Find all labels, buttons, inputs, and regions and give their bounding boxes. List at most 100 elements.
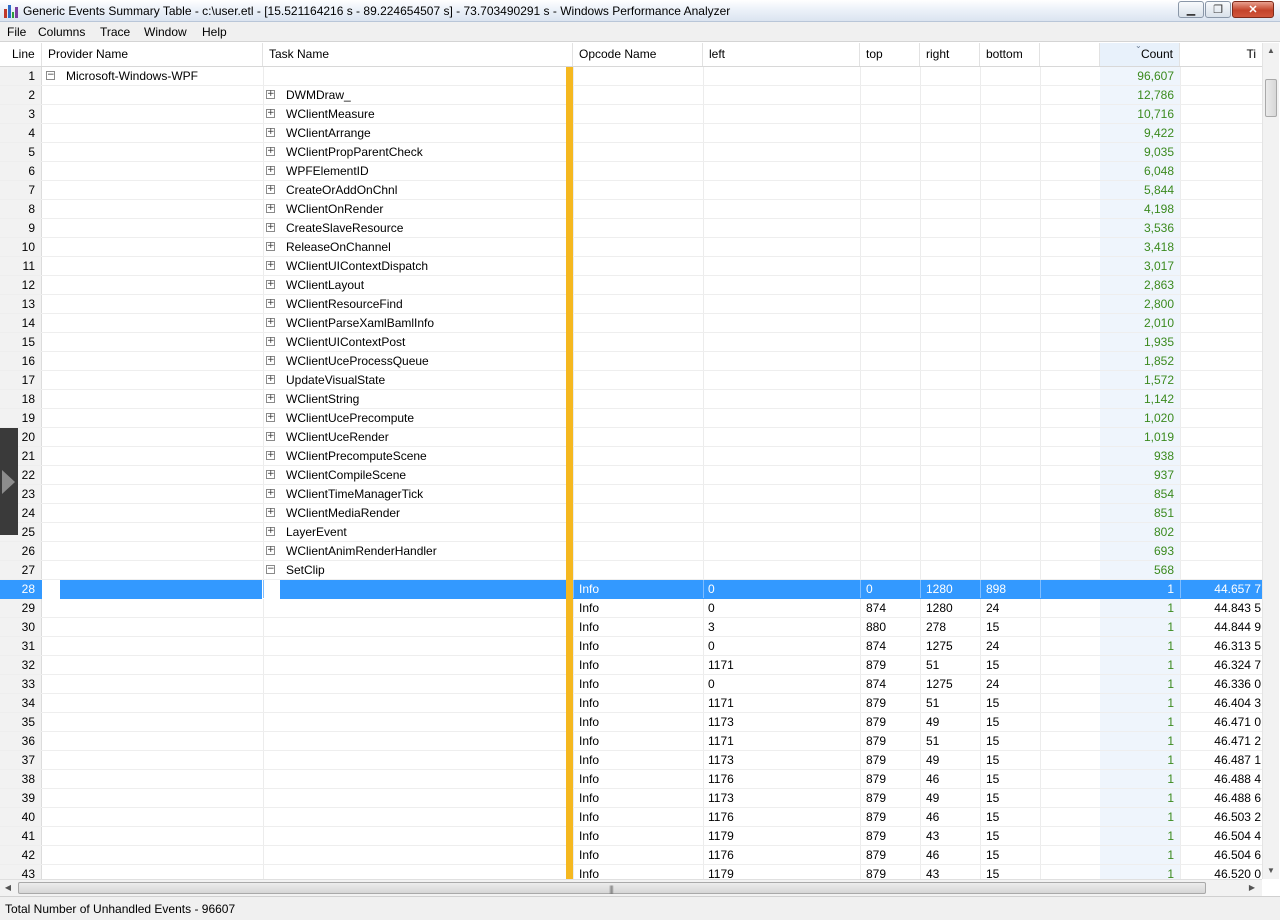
table-row[interactable]: 32 Info 1171 879 51 15 1 46.324 7 [0,656,1262,675]
expand-icon[interactable]: + [266,451,275,460]
expand-icon[interactable]: + [266,90,275,99]
expand-icon[interactable]: + [266,432,275,441]
scroll-left-icon[interactable]: ◀ [0,880,16,896]
table-row[interactable]: 33 Info 0 874 1275 24 1 46.336 0 [0,675,1262,694]
menu-help[interactable]: Help [202,25,227,39]
table-row[interactable]: 10 + ReleaseOnChannel 3,418 [0,238,1262,257]
table-row[interactable]: 24 + WClientMediaRender 851 [0,504,1262,523]
expand-icon[interactable]: + [266,337,275,346]
header-time[interactable]: Ti [1180,43,1262,66]
header-opcode-name[interactable]: Opcode Name [573,43,703,66]
table-row[interactable]: 41 Info 1179 879 43 15 1 46.504 4 [0,827,1262,846]
vertical-scrollbar[interactable]: ▲ ▼ [1262,43,1279,879]
menu-trace[interactable]: Trace [100,25,130,39]
expand-icon[interactable]: + [266,280,275,289]
expand-icon[interactable]: + [266,546,275,555]
bar-chart-icon[interactable] [4,4,18,18]
table-row[interactable]: 13 + WClientResourceFind 2,800 [0,295,1262,314]
expand-icon[interactable]: + [266,413,275,422]
table-row[interactable]: 5 + WClientPropParentCheck 9,035 [0,143,1262,162]
expand-icon[interactable]: + [266,261,275,270]
right-cell: 46 [926,810,940,824]
expand-icon[interactable]: + [266,242,275,251]
header-count[interactable]: ⌄ Count [1100,43,1180,66]
close-button[interactable]: ✕ [1232,1,1274,18]
table-row[interactable]: 34 Info 1171 879 51 15 1 46.404 3 [0,694,1262,713]
table-row[interactable]: 42 Info 1176 879 46 15 1 46.504 6 [0,846,1262,865]
table-row[interactable]: 6 + WPFElementID 6,048 [0,162,1262,181]
table-row[interactable]: 4 + WClientArrange 9,422 [0,124,1262,143]
table-row[interactable]: 12 + WClientLayout 2,863 [0,276,1262,295]
table-row[interactable]: 29 Info 0 874 1280 24 1 44.843 5 [0,599,1262,618]
expand-icon[interactable]: + [266,470,275,479]
vertical-scroll-thumb[interactable] [1265,79,1277,117]
horizontal-scrollbar[interactable]: ◀ ||| ▶ [0,879,1262,896]
table-row[interactable]: 23 + WClientTimeManagerTick 854 [0,485,1262,504]
table-row[interactable]: 30 Info 3 880 278 15 1 44.844 9 [0,618,1262,637]
minimize-button[interactable]: ▁ [1178,1,1204,18]
table-row[interactable]: 18 + WClientString 1,142 [0,390,1262,409]
header-left[interactable]: left [703,43,860,66]
collapse-icon[interactable]: − [266,565,275,574]
table-row[interactable]: 22 + WClientCompileScene 937 [0,466,1262,485]
table-row[interactable]: 43 Info 1179 879 43 15 1 46.520 0 [0,865,1262,879]
table-row[interactable]: 16 + WClientUceProcessQueue 1,852 [0,352,1262,371]
expand-icon[interactable]: + [266,375,275,384]
menu-file[interactable]: File [7,25,26,39]
expand-icon[interactable]: + [266,299,275,308]
scroll-right-icon[interactable]: ▶ [1244,880,1260,896]
table-row[interactable]: 27 − SetClip 568 [0,561,1262,580]
table-row[interactable]: 9 + CreateSlaveResource 3,536 [0,219,1262,238]
table-row[interactable]: 11 + WClientUIContextDispatch 3,017 [0,257,1262,276]
table-row[interactable]: 7 + CreateOrAddOnChnl 5,844 [0,181,1262,200]
table-row[interactable]: 3 + WClientMeasure 10,716 [0,105,1262,124]
table-row[interactable]: 14 + WClientParseXamlBamlInfo 2,010 [0,314,1262,333]
expand-icon[interactable]: + [266,394,275,403]
table-row[interactable]: 1− Microsoft-Windows-WPF 96,607 [0,67,1262,86]
scroll-up-icon[interactable]: ▲ [1263,43,1279,59]
maximize-button[interactable]: ❐ [1205,1,1231,18]
header-top[interactable]: top [860,43,920,66]
expand-icon[interactable]: + [266,356,275,365]
table-row[interactable]: 19 + WClientUcePrecompute 1,020 [0,409,1262,428]
header-right[interactable]: right [920,43,980,66]
expand-icon[interactable]: + [266,147,275,156]
horizontal-scroll-thumb[interactable]: ||| [18,882,1206,894]
expand-icon[interactable]: + [266,128,275,137]
expand-icon[interactable]: + [266,318,275,327]
table-row[interactable]: 39 Info 1173 879 49 15 1 46.488 6 [0,789,1262,808]
table-row[interactable]: 21 + WClientPrecomputeScene 938 [0,447,1262,466]
table-row[interactable]: 31 Info 0 874 1275 24 1 46.313 5 [0,637,1262,656]
table-row[interactable]: 35 Info 1173 879 49 15 1 46.471 0 [0,713,1262,732]
expand-icon[interactable]: + [266,527,275,536]
expand-icon[interactable]: + [266,185,275,194]
header-line[interactable]: Line [0,43,42,66]
table-row[interactable]: 26 + WClientAnimRenderHandler 693 [0,542,1262,561]
table-row[interactable]: 40 Info 1176 879 46 15 1 46.503 2 [0,808,1262,827]
table-row[interactable]: 8 + WClientOnRender 4,198 [0,200,1262,219]
expand-icon[interactable]: + [266,223,275,232]
expand-icon[interactable]: + [266,166,275,175]
header-bottom[interactable]: bottom [980,43,1040,66]
table-row[interactable]: 15 + WClientUIContextPost 1,935 [0,333,1262,352]
expand-icon[interactable]: + [266,204,275,213]
scroll-down-icon[interactable]: ▼ [1263,863,1279,879]
side-panel-toggle[interactable] [0,428,18,535]
header-provider-name[interactable]: Provider Name [42,43,263,66]
expand-icon[interactable]: + [266,109,275,118]
table-row[interactable]: 37 Info 1173 879 49 15 1 46.487 1 [0,751,1262,770]
table-row[interactable]: 36 Info 1171 879 51 15 1 46.471 2 [0,732,1262,751]
table-row[interactable]: 25 + LayerEvent 802 [0,523,1262,542]
table-row[interactable]: 28 Info 0 0 1280 898 1 44.657 7 [0,580,1262,599]
table-row[interactable]: 2 + DWMDraw_ 12,786 [0,86,1262,105]
header-task-name[interactable]: Task Name [263,43,573,66]
menu-columns[interactable]: Columns [38,25,85,39]
table-row[interactable]: 38 Info 1176 879 46 15 1 46.488 4 [0,770,1262,789]
table-row[interactable]: 17 + UpdateVisualState 1,572 [0,371,1262,390]
menu-window[interactable]: Window [144,25,187,39]
table-row[interactable]: 20 + WClientUceRender 1,019 [0,428,1262,447]
collapse-icon[interactable]: − [46,71,55,80]
right-cell: 1280 [926,582,953,596]
expand-icon[interactable]: + [266,489,275,498]
expand-icon[interactable]: + [266,508,275,517]
